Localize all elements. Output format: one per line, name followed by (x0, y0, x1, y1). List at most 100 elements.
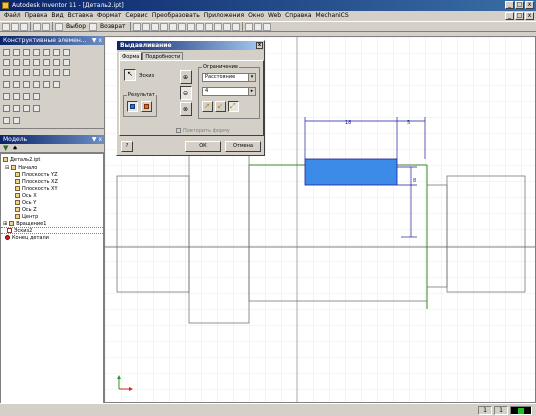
move-tool-icon[interactable] (3, 69, 10, 76)
tree-item-revolve[interactable]: ⊞ Вращение1 (3, 220, 46, 227)
return-button[interactable]: Возврат (98, 23, 128, 30)
extrude-dialog-title[interactable]: Выдавливание x (117, 41, 264, 50)
model-panel-title[interactable]: Модель ▼ x (0, 135, 104, 144)
expand-icon[interactable]: ⊞ (3, 221, 7, 227)
tree-item-end-of-part[interactable]: Конец детали (5, 234, 49, 241)
constraint-tool-icon[interactable] (23, 69, 30, 76)
save-icon[interactable] (20, 22, 28, 31)
menu-insert[interactable]: Вставка (66, 11, 95, 21)
profile-select-button[interactable]: ↖ (124, 69, 136, 81)
doc-minimize-button[interactable]: _ (505, 12, 514, 20)
new-icon[interactable] (2, 22, 10, 31)
spline-tool-icon[interactable] (13, 49, 20, 56)
minimize-button[interactable]: _ (505, 1, 514, 9)
redo-icon[interactable] (42, 22, 50, 31)
select-arrow-icon[interactable] (55, 22, 63, 31)
direction-1-button[interactable]: ↗ (202, 101, 213, 112)
point-tool-icon[interactable] (63, 49, 70, 56)
tree-item-axis-z[interactable]: Ось Z (15, 206, 37, 213)
zoom-all-icon[interactable] (159, 22, 168, 31)
line-tool-icon[interactable] (3, 49, 10, 56)
menu-edit[interactable]: Правка (23, 11, 50, 21)
distance-input[interactable]: 4 ▸ (202, 87, 256, 96)
surface-result-button[interactable] (141, 101, 152, 112)
tree-item-center[interactable]: Центр (15, 213, 38, 220)
trim-tool-icon[interactable] (63, 59, 70, 66)
menu-view[interactable]: Вид (49, 11, 65, 21)
chamfer-tool-icon[interactable] (33, 93, 40, 100)
binoculars-icon[interactable]: ♠ (12, 145, 17, 152)
tab-shape[interactable]: Форма (119, 52, 143, 60)
rectangle-tool-icon[interactable] (43, 49, 50, 56)
work-axis-icon[interactable] (13, 105, 20, 112)
shell-tool-icon[interactable] (33, 81, 40, 88)
analysis-icon[interactable] (253, 22, 262, 31)
cancel-button[interactable]: Отмена (225, 141, 261, 152)
ucs-icon[interactable] (33, 105, 40, 112)
extrude-profile[interactable] (304, 158, 398, 186)
return-icon[interactable] (89, 22, 98, 31)
tree-item-sketch[interactable]: Эскиз2 (1, 227, 103, 234)
thread-tool-icon[interactable] (23, 93, 30, 100)
menu-mechanics[interactable]: MechaniCS (314, 11, 351, 21)
select-button[interactable]: Выбор (64, 23, 88, 30)
rib-tool-icon[interactable] (43, 81, 50, 88)
project-geometry-icon[interactable] (43, 69, 50, 76)
intersect-button[interactable]: ⊗ (180, 102, 192, 116)
work-plane-icon[interactable] (3, 105, 10, 112)
tree-item-origin[interactable]: ⊟ Начало (5, 164, 37, 171)
close-button[interactable]: x (525, 1, 534, 9)
offset-tool-icon[interactable] (33, 59, 40, 66)
coil-tool-icon[interactable] (13, 93, 20, 100)
menu-applications[interactable]: Приложения (202, 11, 246, 21)
measure-icon[interactable] (244, 22, 253, 31)
display-mode-icon[interactable] (213, 22, 222, 31)
dialog-close-icon[interactable]: x (256, 42, 263, 49)
tree-item-plane-yz[interactable]: Плоскость YZ (15, 171, 58, 178)
help-icon[interactable] (262, 22, 271, 31)
filter-icon[interactable]: ▼ (3, 144, 8, 152)
expand-icon[interactable]: ⊟ (5, 165, 9, 171)
tree-item-plane-xy[interactable]: Плоскость XY (15, 185, 58, 192)
polygon-tool-icon[interactable] (3, 59, 10, 66)
split-tool-icon[interactable] (3, 117, 10, 124)
look-at-icon[interactable] (204, 22, 213, 31)
loft-tool-icon[interactable] (53, 81, 60, 88)
dimension-tool-icon[interactable] (43, 59, 50, 66)
arc-tool-icon[interactable] (33, 49, 40, 56)
help-button[interactable]: ? (121, 141, 133, 152)
doc-restore-button[interactable]: □ (515, 12, 524, 20)
chevron-right-icon[interactable]: ▸ (248, 88, 255, 95)
doc-close-button[interactable]: x (525, 12, 534, 20)
parameters-icon[interactable] (63, 69, 70, 76)
chevron-down-icon[interactable]: ▾ (248, 74, 255, 81)
extrude-tool-icon[interactable] (3, 81, 10, 88)
menu-convert[interactable]: Преобразовать (150, 11, 202, 21)
revolve-tool-icon[interactable] (13, 81, 20, 88)
symmetric-button[interactable]: ⤢ (228, 101, 239, 112)
features-panel-title[interactable]: Конструктивные элемен... ▼ x (0, 36, 104, 45)
work-point-icon[interactable] (23, 105, 30, 112)
update-icon[interactable] (141, 22, 150, 31)
rotate-icon[interactable] (195, 22, 204, 31)
color-icon[interactable] (150, 22, 159, 31)
ok-button[interactable]: ОК (185, 141, 221, 152)
shadow-icon[interactable] (222, 22, 231, 31)
tree-item-plane-xz[interactable]: Плоскость XZ (15, 178, 58, 185)
circle-tool-icon[interactable] (23, 49, 30, 56)
sketch-icon[interactable] (132, 22, 141, 31)
extend-tool-icon[interactable] (53, 59, 60, 66)
open-icon[interactable] (11, 22, 19, 31)
menu-help[interactable]: Справка (283, 11, 313, 21)
camera-icon[interactable] (231, 22, 240, 31)
match-shape-checkbox[interactable]: Повторить форму (176, 128, 230, 134)
join-button[interactable]: ⊕ (180, 70, 192, 84)
maximize-button[interactable]: □ (515, 1, 524, 9)
fillet-tool-icon[interactable] (53, 49, 60, 56)
menu-format[interactable]: Формат (95, 11, 123, 21)
model-panel-close-icon[interactable]: ▼ x (92, 135, 102, 144)
panel-close-icon[interactable]: ▼ x (92, 36, 102, 45)
menu-tools[interactable]: Сервис (123, 11, 149, 21)
derive-tool-icon[interactable] (13, 117, 20, 124)
tree-item-part[interactable]: Деталь2.ipt (3, 156, 40, 163)
